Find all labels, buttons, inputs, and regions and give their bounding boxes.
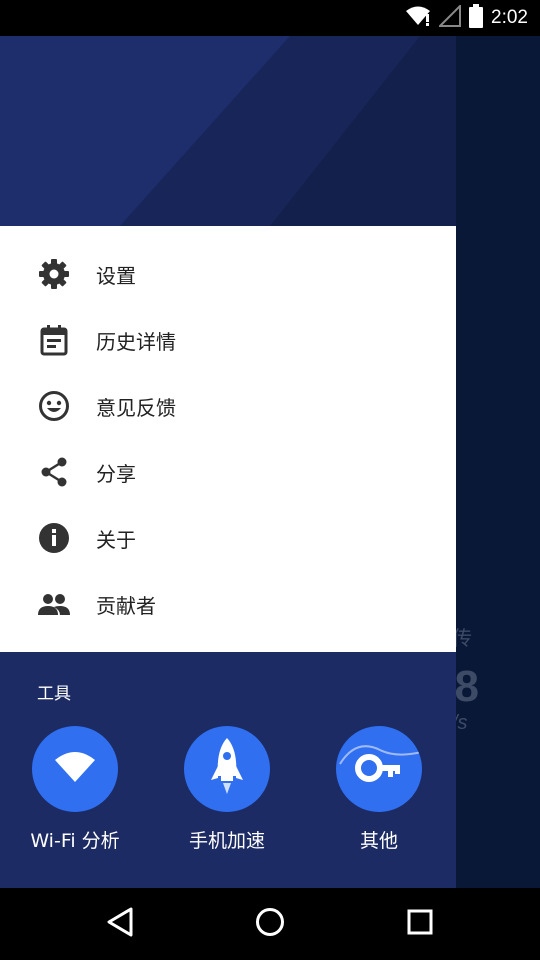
menu-item-feedback[interactable]: 意见反馈 <box>0 373 456 439</box>
key-icon <box>336 726 422 812</box>
settings-icon <box>37 257 71 291</box>
boost-tool-button[interactable] <box>184 726 270 812</box>
home-icon <box>255 907 285 941</box>
menu-item-about[interactable]: 关于 <box>0 505 456 571</box>
back-button[interactable] <box>102 906 138 942</box>
rocket-icon <box>210 738 244 800</box>
tools-section-title: 工具 <box>37 684 71 704</box>
back-icon <box>106 907 134 941</box>
menu-item-settings[interactable]: 设置 <box>0 241 456 307</box>
recents-icon <box>407 909 433 939</box>
drawer-menu: 设置 历史详情 意见反馈 分享 关于 贡献者 <box>0 226 456 652</box>
wifi-signal-icon <box>405 5 431 31</box>
menu-label: 历史详情 <box>96 329 176 354</box>
battery-icon <box>469 4 484 32</box>
share-icon <box>37 455 71 489</box>
navigation-drawer: 设置 历史详情 意见反馈 分享 关于 贡献者 工具 Wi-Fi 分析 手机加速 … <box>0 36 456 888</box>
header-background-shapes <box>0 36 456 226</box>
info-icon <box>37 521 71 555</box>
status-bar: 2:02 <box>0 0 540 36</box>
tool-wifi-analysis[interactable]: Wi-Fi 分析 <box>0 726 150 853</box>
calendar-icon <box>37 323 71 357</box>
cell-signal-icon <box>437 3 462 31</box>
menu-label: 分享 <box>96 461 136 486</box>
smiley-icon <box>37 389 71 423</box>
people-icon <box>37 587 71 621</box>
home-button[interactable] <box>252 906 288 942</box>
drawer-header <box>0 36 456 226</box>
menu-item-contributors[interactable]: 贡献者 <box>0 571 456 637</box>
tool-label: 其他 <box>359 830 398 852</box>
tool-phone-boost[interactable]: 手机加速 <box>152 726 302 853</box>
menu-label: 设置 <box>96 263 136 288</box>
menu-item-history[interactable]: 历史详情 <box>0 307 456 373</box>
menu-item-share[interactable]: 分享 <box>0 439 456 505</box>
wifi-icon <box>53 750 97 788</box>
tool-label: 手机加速 <box>188 830 265 852</box>
wifi-tool-button[interactable] <box>32 726 118 812</box>
menu-label: 关于 <box>96 527 136 552</box>
status-time: 2:02 <box>491 7 528 28</box>
menu-label: 贡献者 <box>96 593 156 618</box>
menu-label: 意见反馈 <box>96 395 176 420</box>
recents-button[interactable] <box>402 906 438 942</box>
tool-label: Wi-Fi 分析 <box>30 830 120 852</box>
system-nav-bar <box>0 888 540 960</box>
status-icons: 2:02 <box>405 0 528 36</box>
tool-other[interactable]: 其他 <box>304 726 454 853</box>
other-tool-button[interactable] <box>336 726 422 812</box>
